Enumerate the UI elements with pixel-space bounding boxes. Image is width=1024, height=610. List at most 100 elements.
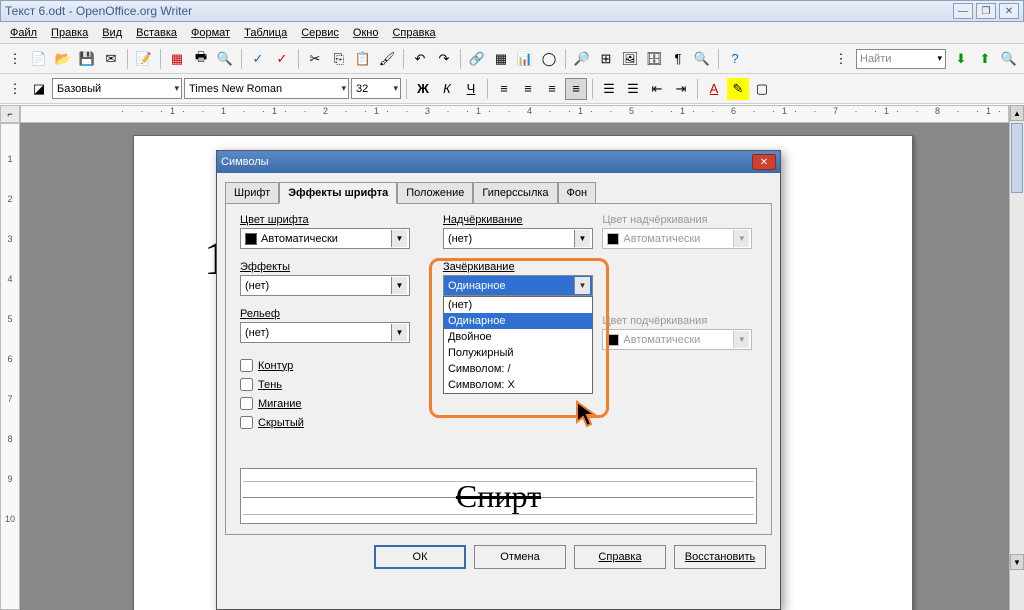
minimize-button[interactable]: —: [953, 3, 973, 19]
menu-window[interactable]: Окно: [347, 24, 385, 42]
find-prev-icon[interactable]: ⬆: [974, 48, 996, 70]
table-icon[interactable]: ▦: [490, 48, 512, 70]
align-justify-icon[interactable]: ≡: [565, 78, 587, 100]
maximize-button[interactable]: ❐: [976, 3, 996, 19]
italic-icon[interactable]: К: [436, 78, 458, 100]
chevron-down-icon: ▼: [733, 331, 749, 348]
strike-select[interactable]: Одинарное ▼: [443, 275, 593, 296]
list-bul-icon[interactable]: ☰: [622, 78, 644, 100]
font-color-icon[interactable]: А: [703, 78, 725, 100]
menu-bar: Файл Правка Вид Вставка Формат Таблица С…: [0, 22, 1024, 44]
nonprint-icon[interactable]: ¶: [667, 48, 689, 70]
label-relief: Рельеф: [240, 308, 443, 320]
fontsize-combo[interactable]: 32 ▾: [351, 78, 401, 99]
menu-tools[interactable]: Сервис: [295, 24, 345, 42]
menu-file[interactable]: Файл: [4, 24, 43, 42]
open-icon[interactable]: 📂: [52, 48, 74, 70]
blink-checkbox[interactable]: Мигание: [240, 397, 443, 410]
close-button[interactable]: ✕: [999, 3, 1019, 19]
reset-button[interactable]: Восстановить: [674, 545, 766, 569]
outline-checkbox[interactable]: Контур: [240, 359, 443, 372]
font-combo[interactable]: Times New Roman ▾: [184, 78, 349, 99]
menu-insert[interactable]: Вставка: [130, 24, 183, 42]
indent-inc-icon[interactable]: ⇥: [670, 78, 692, 100]
pdf-export-icon[interactable]: ▦: [166, 48, 188, 70]
overline-color-select: Автоматически ▼: [602, 228, 752, 249]
format-paint-icon[interactable]: 🖌: [376, 48, 398, 70]
zoom-icon[interactable]: 🔍: [691, 48, 713, 70]
tab-hyperlink[interactable]: Гиперссылка: [473, 182, 557, 204]
help-button[interactable]: Справка: [574, 545, 666, 569]
new-icon[interactable]: 📄: [28, 48, 50, 70]
save-icon[interactable]: 💾: [76, 48, 98, 70]
align-center-icon[interactable]: ≡: [517, 78, 539, 100]
style-combo[interactable]: Базовый ▾: [52, 78, 182, 99]
menu-help[interactable]: Справка: [386, 24, 441, 42]
gallery-icon[interactable]: 🖼: [619, 48, 641, 70]
strike-option[interactable]: (нет): [444, 297, 592, 313]
vertical-ruler[interactable]: 1234 5678 910: [0, 123, 20, 610]
paste-icon[interactable]: 📋: [352, 48, 374, 70]
shadow-checkbox[interactable]: Тень: [240, 378, 443, 391]
tab-background[interactable]: Фон: [558, 182, 597, 204]
list-num-icon[interactable]: ☰: [598, 78, 620, 100]
strike-option[interactable]: Полужирный: [444, 345, 592, 361]
navigator-icon[interactable]: ⊞: [595, 48, 617, 70]
dialog-close-button[interactable]: ✕: [752, 154, 776, 170]
underline-icon[interactable]: Ч: [460, 78, 482, 100]
align-left-icon[interactable]: ≡: [493, 78, 515, 100]
indent-dec-icon[interactable]: ⇤: [646, 78, 668, 100]
align-right-icon[interactable]: ≡: [541, 78, 563, 100]
tab-position[interactable]: Положение: [397, 182, 473, 204]
print-icon[interactable]: 🖶: [190, 48, 212, 70]
autocheck-icon[interactable]: ✓: [271, 48, 293, 70]
menu-edit[interactable]: Правка: [45, 24, 94, 42]
bg-color-icon[interactable]: ▢: [751, 78, 773, 100]
preview-icon[interactable]: 🔍: [214, 48, 236, 70]
bold-icon[interactable]: Ж: [412, 78, 434, 100]
scroll-down-icon[interactable]: ▼: [1010, 554, 1024, 570]
effects-select[interactable]: (нет) ▼: [240, 275, 410, 296]
strike-option[interactable]: Двойное: [444, 329, 592, 345]
tab-font[interactable]: Шрифт: [225, 182, 279, 204]
drawing-icon[interactable]: ◯: [538, 48, 560, 70]
styles-icon[interactable]: ◪: [28, 78, 50, 100]
strike-option[interactable]: Одинарное: [444, 313, 592, 329]
cut-icon[interactable]: ✂: [304, 48, 326, 70]
strike-option[interactable]: Символом: X: [444, 377, 592, 393]
scroll-up-icon[interactable]: ▲: [1010, 105, 1024, 121]
spellcheck-icon[interactable]: ✓: [247, 48, 269, 70]
find-all-icon[interactable]: 🔍: [998, 48, 1020, 70]
find-next-icon[interactable]: ⬇: [950, 48, 972, 70]
hyperlink-icon[interactable]: 🔗: [466, 48, 488, 70]
font-color-select[interactable]: Автоматически ▼: [240, 228, 410, 249]
chevron-down-icon[interactable]: ▾: [937, 53, 942, 64]
dialog-titlebar[interactable]: Символы ✕: [217, 151, 780, 173]
horizontal-ruler[interactable]: · · ·1· · 1 · ·1· · 2 · ·1· · 3 · ·1· · …: [20, 105, 1009, 123]
relief-select[interactable]: (нет) ▼: [240, 322, 410, 343]
scroll-thumb[interactable]: [1011, 123, 1023, 193]
menu-table[interactable]: Таблица: [238, 24, 293, 42]
highlight-icon[interactable]: ✎: [727, 78, 749, 100]
strike-dropdown[interactable]: (нет) Одинарное Двойное Полужирный Симво…: [443, 296, 593, 394]
undo-icon[interactable]: ↶: [409, 48, 431, 70]
find-icon[interactable]: 🔎: [571, 48, 593, 70]
cancel-button[interactable]: Отмена: [474, 545, 566, 569]
hidden-checkbox[interactable]: Скрытый: [240, 416, 443, 429]
menu-format[interactable]: Формат: [185, 24, 236, 42]
email-icon[interactable]: ✉: [100, 48, 122, 70]
tab-font-effects[interactable]: Эффекты шрифта: [279, 182, 397, 204]
chart-icon[interactable]: 📊: [514, 48, 536, 70]
strike-option[interactable]: Символом: /: [444, 361, 592, 377]
ok-button[interactable]: ОК: [374, 545, 466, 569]
underline-color-select: Автоматически ▼: [602, 329, 752, 350]
find-input[interactable]: Найти ▾: [856, 49, 946, 69]
redo-icon[interactable]: ↷: [433, 48, 455, 70]
overline-select[interactable]: (нет) ▼: [443, 228, 593, 249]
menu-view[interactable]: Вид: [96, 24, 128, 42]
datasource-icon[interactable]: 🗄: [643, 48, 665, 70]
vertical-scrollbar[interactable]: ▲ ▼: [1009, 105, 1024, 610]
copy-icon[interactable]: ⎘: [328, 48, 350, 70]
help-icon[interactable]: ?: [724, 48, 746, 70]
edit-doc-icon[interactable]: 📝: [133, 48, 155, 70]
